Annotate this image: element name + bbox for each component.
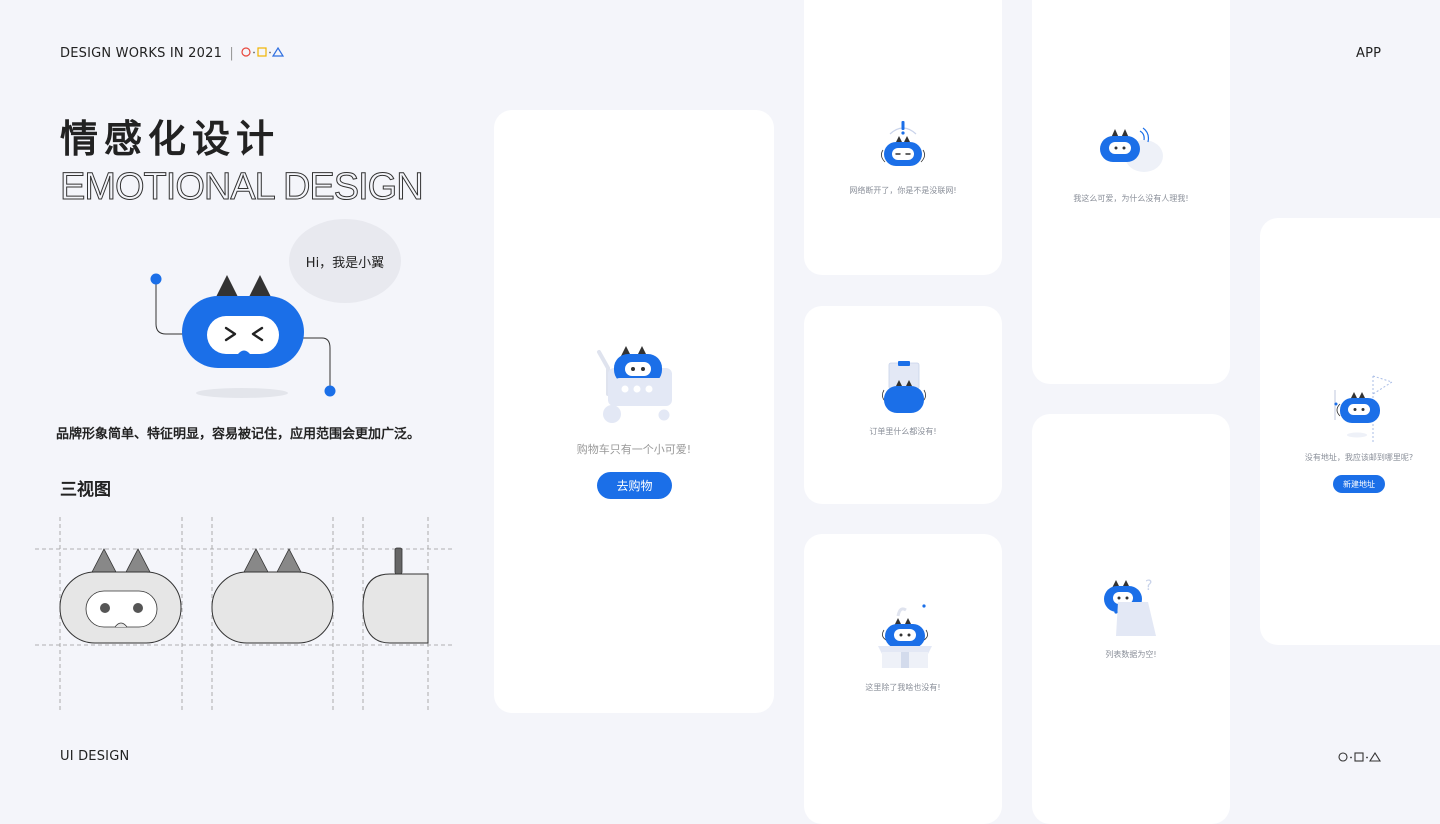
- footer-shape-icons: [1338, 751, 1381, 762]
- back-view: [211, 548, 334, 644]
- mascot-arm-right: [302, 337, 331, 390]
- square-icon: [1354, 752, 1364, 762]
- page-subtitle: EMOTIONAL DESIGN: [60, 166, 425, 209]
- page-title: 情感化设计: [60, 117, 281, 161]
- mascot-hero-illustration: [150, 273, 336, 398]
- works-text: DESIGN WORKS IN 2021: [60, 46, 223, 61]
- list-caption: 列表数据为空!: [1105, 650, 1157, 659]
- box-mascot-illustration: [878, 604, 932, 668]
- screen-card-orders: 订单里什么都没有!: [804, 306, 1002, 504]
- go-shopping-button[interactable]: 去购物: [597, 472, 672, 499]
- screen-card-list: ? 列表数据为空!: [1032, 414, 1230, 824]
- header-app-label: APP: [1356, 46, 1382, 61]
- side-view: [362, 547, 429, 644]
- screen-card-message: 我这么可爱，为什么没有人理我!: [1032, 0, 1230, 384]
- header-works-label: DESIGN WORKS IN 2021 |: [60, 46, 285, 61]
- list-mascot-illustration: ?: [1104, 578, 1156, 636]
- three-view-diagram: [35, 517, 455, 712]
- address-caption: 没有地址，我应该邮到哪里呢?: [1304, 453, 1414, 462]
- new-address-button[interactable]: 新建地址: [1333, 475, 1385, 493]
- message-caption: 我这么可爱，为什么没有人理我!: [1073, 194, 1189, 203]
- circle-icon: [1338, 752, 1348, 762]
- square-icon: [257, 47, 267, 57]
- divider: |: [229, 46, 234, 61]
- circle-icon: [241, 47, 251, 57]
- mascot-ear-right: [248, 275, 272, 299]
- shape-icons: [241, 46, 285, 57]
- screen-card-offline: 网络断开了，你是不是没联网!: [804, 0, 1002, 275]
- mascot-face: [207, 316, 279, 354]
- address-mascot-illustration: [1334, 375, 1394, 442]
- front-view: [59, 548, 182, 644]
- screen-card-address: 没有地址，我应该邮到哪里呢? 新建地址: [1260, 218, 1440, 645]
- mascot-arm-left: [155, 279, 184, 335]
- cart-caption: 购物车只有一个小可爱!: [576, 443, 692, 456]
- svg-text:?: ?: [1145, 578, 1152, 594]
- mascot-ear-left: [215, 275, 239, 299]
- message-mascot-illustration: [1100, 127, 1163, 172]
- orders-caption: 订单里什么都没有!: [869, 427, 937, 436]
- brand-description: 品牌形象简单、特征明显，容易被记住，应用范围会更加广泛。: [56, 427, 421, 442]
- triangle-icon: [272, 46, 285, 57]
- screen-card-empty-box: 这里除了我啥也没有!: [804, 534, 1002, 824]
- three-view-title: 三视图: [60, 480, 111, 500]
- empty-box-caption: 这里除了我啥也没有!: [865, 683, 941, 692]
- mascot-shadow: [196, 388, 288, 398]
- cart-mascot-illustration: [597, 346, 672, 423]
- footer-ui-design: UI DESIGN: [60, 749, 130, 764]
- offline-mascot-illustration: [881, 121, 925, 166]
- mascot-antenna-right: [324, 385, 336, 397]
- screen-card-cart: 购物车只有一个小可爱! 去购物: [494, 110, 774, 713]
- mascot-antenna-left: [150, 273, 162, 285]
- offline-caption: 网络断开了，你是不是没联网!: [849, 186, 957, 195]
- triangle-icon: [1369, 751, 1381, 762]
- orders-mascot-illustration: [882, 361, 926, 413]
